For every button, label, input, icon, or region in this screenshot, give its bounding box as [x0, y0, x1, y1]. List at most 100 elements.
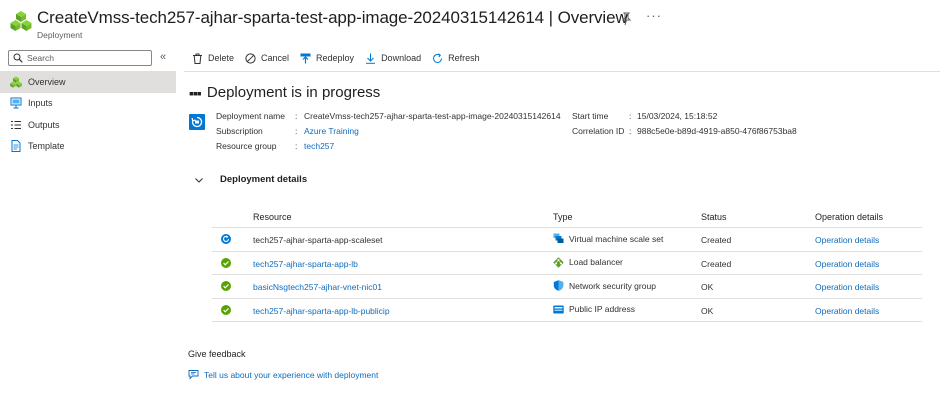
feedback-link[interactable]: Tell us about your experience with deplo… [188, 369, 378, 380]
operation-details-link[interactable]: Operation details [815, 235, 879, 245]
correlation-id-label: Correlation ID [572, 126, 625, 136]
resource-link[interactable]: tech257-ajhar-sparta-app-lb-publicip [253, 306, 390, 316]
status-text: OK [701, 305, 714, 316]
colon: : [629, 126, 632, 136]
public-ip-icon [553, 304, 564, 315]
page-header: CreateVmss-tech257-ajhar-sparta-test-app… [8, 6, 932, 42]
status-text: Created [701, 235, 732, 245]
sidebar-item-overview[interactable]: Overview [0, 71, 176, 93]
resource-type-label: Virtual machine scale set [569, 233, 664, 244]
start-time-value: 15/03/2024, 15:18:52 [637, 111, 718, 121]
more-options-button[interactable]: ··· [646, 8, 662, 23]
resource-group-row: Resource group: tech257 [216, 141, 334, 151]
template-icon [10, 140, 22, 153]
search-box[interactable] [8, 50, 152, 66]
feedback-link-label: Tell us about your experience with deplo… [204, 369, 379, 380]
column-header-status[interactable]: Status [701, 212, 727, 222]
table-row: tech257-ajhar-sparta-app-lb-publicip Pub… [212, 299, 922, 322]
deployment-name-label: Deployment name [216, 111, 285, 121]
feedback-icon [188, 369, 199, 380]
refresh-button[interactable]: Refresh [432, 52, 480, 64]
start-time-row: Start time:15/03/2024, 15:18:52 [572, 111, 717, 121]
success-check-icon [221, 281, 231, 291]
sidebar-item-label: Inputs [28, 98, 53, 109]
inputs-icon [10, 97, 22, 109]
pin-icon[interactable] [620, 12, 632, 26]
in-progress-icon [221, 234, 231, 244]
resource-type: Network security group [553, 280, 656, 291]
resource-link[interactable]: basicNsgtech257-ajhar-vnet-nic01 [253, 282, 382, 292]
sidebar-item-outputs[interactable]: Outputs [0, 114, 176, 136]
vm-scale-set-icon [553, 233, 564, 244]
column-header-operation-details[interactable]: Operation details [815, 212, 883, 222]
page-subtitle: Deployment [37, 30, 83, 40]
resource-group-label: Resource group [216, 141, 277, 151]
resource-type-label: Network security group [569, 280, 656, 291]
redeploy-button[interactable]: Redeploy [300, 53, 354, 64]
sidebar-item-label: Outputs [28, 119, 60, 130]
subscription-label: Subscription [216, 126, 263, 136]
colon: : [295, 111, 298, 121]
sidebar-item-label: Overview [28, 76, 66, 87]
outputs-icon [10, 119, 22, 131]
trash-icon [192, 53, 203, 64]
resource-link[interactable]: tech257-ajhar-sparta-app-lb [253, 259, 358, 269]
start-time-label: Start time [572, 111, 609, 121]
colon: : [629, 111, 632, 121]
resource-name: tech257-ajhar-sparta-app-scaleset [253, 235, 383, 245]
sidebar-item-inputs[interactable]: Inputs [0, 93, 176, 115]
refresh-icon [432, 52, 443, 64]
table-row: tech257-ajhar-sparta-app-lb Load balance… [212, 252, 922, 275]
progress-dots-icon: ▪▪▪ [189, 84, 202, 101]
operation-details-link[interactable]: Operation details [815, 282, 879, 292]
correlation-id-value: 988c5e0e-b89d-4919-a850-476f86753ba8 [637, 126, 797, 136]
collapse-sidebar-button[interactable]: « [160, 51, 166, 63]
deployment-details-toggle[interactable]: Deployment details [194, 174, 307, 185]
colon: : [295, 141, 298, 151]
deployment-name-row: Deployment name: CreateVmss-tech257-ajhar… [216, 111, 561, 121]
sidebar-item-label: Template [28, 141, 65, 152]
resource-type-label: Public IP address [569, 304, 635, 314]
delete-label: Delete [208, 53, 235, 63]
operation-details-link[interactable]: Operation details [815, 259, 879, 269]
search-input[interactable] [27, 52, 147, 64]
chevron-down-icon [194, 175, 204, 185]
status-text: Created [701, 258, 732, 269]
table-row: tech257-ajhar-sparta-app-scaleset Virtua… [212, 228, 922, 252]
deployment-status-heading: ▪▪▪ Deployment is in progress [189, 84, 380, 101]
resource-type: Public IP address [553, 304, 635, 315]
load-balancer-icon [553, 256, 564, 268]
toolbar: Delete Cancel Redeploy Download Refresh [192, 50, 491, 66]
redeploy-icon [300, 53, 311, 64]
sidebar-item-template[interactable]: Template [0, 136, 176, 158]
deployment-details-title: Deployment details [220, 174, 308, 185]
resource-group-link[interactable]: tech257 [304, 141, 334, 151]
cancel-label: Cancel [261, 53, 290, 63]
subscription-row: Subscription: Azure Training [216, 126, 359, 136]
success-check-icon [221, 257, 231, 268]
subscription-link[interactable]: Azure Training [304, 126, 359, 136]
column-header-type[interactable]: Type [553, 212, 573, 222]
resource-type: Virtual machine scale set [553, 233, 663, 244]
download-label: Download [381, 53, 422, 63]
download-icon [365, 53, 376, 64]
cancel-button[interactable]: Cancel [245, 52, 290, 64]
feedback-title: Give feedback [188, 349, 246, 359]
page-title: CreateVmss-tech257-ajhar-sparta-test-app… [37, 8, 628, 27]
overview-icon [10, 76, 22, 88]
operation-details-link[interactable]: Operation details [815, 306, 879, 316]
delete-button[interactable]: Delete [192, 53, 234, 64]
redeploy-label: Redeploy [316, 53, 355, 63]
deployment-details-table: Resource Type Status Operation details t… [212, 210, 922, 322]
download-button[interactable]: Download [365, 53, 421, 64]
column-header-resource[interactable]: Resource [253, 212, 292, 222]
success-check-icon [221, 304, 231, 315]
resource-type: Load balancer [553, 256, 623, 268]
cancel-icon [245, 52, 256, 64]
status-text: OK [701, 282, 714, 292]
network-security-group-icon [553, 280, 564, 291]
table-row: basicNsgtech257-ajhar-vnet-nic01 Network… [212, 275, 922, 299]
status-title: Deployment is in progress [206, 84, 381, 101]
correlation-id-row: Correlation ID:988c5e0e-b89d-4919-a850-4… [572, 126, 797, 136]
table-header: Resource Type Status Operation details [212, 210, 922, 228]
